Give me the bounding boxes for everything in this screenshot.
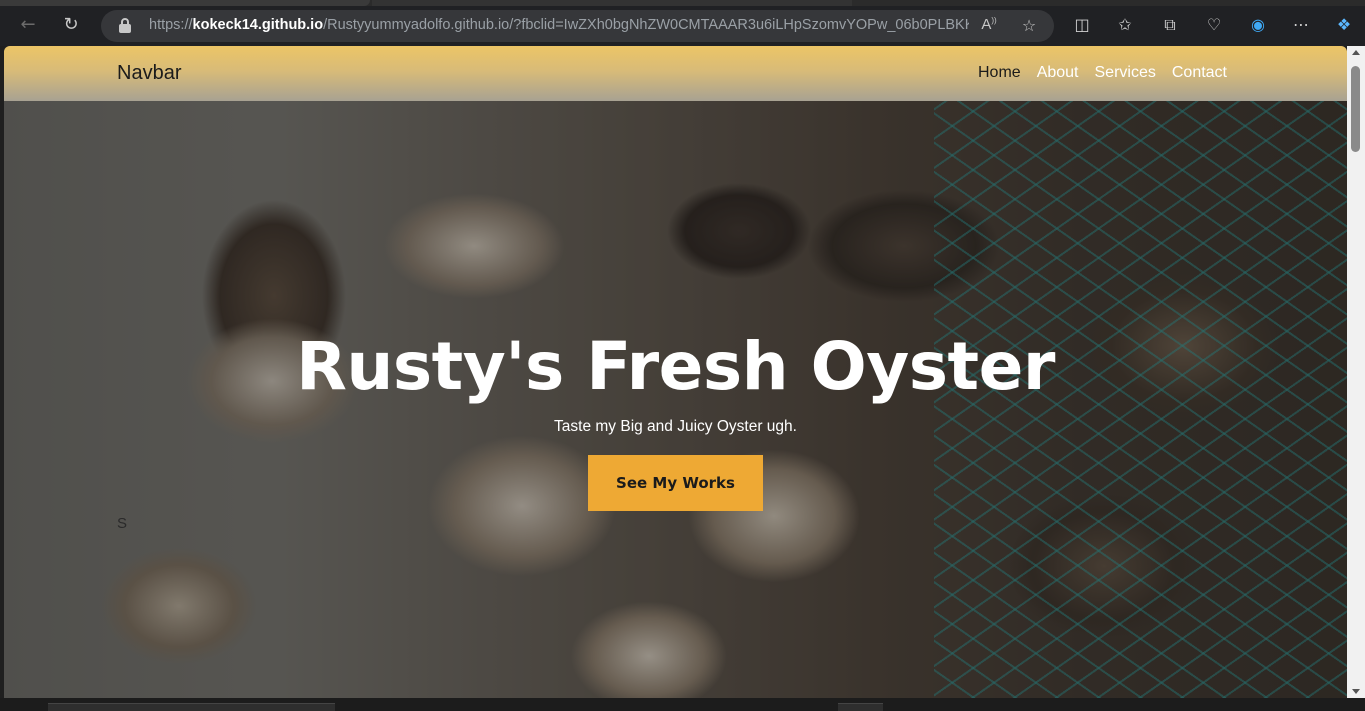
see-my-works-button[interactable]: See My Works	[588, 455, 763, 511]
page-viewport: Navbar Home About Services Contact Rusty…	[4, 46, 1347, 698]
taskbar	[0, 698, 1365, 711]
taskbar-item[interactable]	[48, 703, 335, 711]
nav-link-services[interactable]: Services	[1095, 64, 1156, 82]
scroll-up-arrow-icon[interactable]	[1352, 50, 1360, 55]
navbar: Navbar Home About Services Contact	[4, 46, 1347, 101]
nav-links: Home About Services Contact	[978, 64, 1227, 82]
taskbar-item[interactable]	[838, 703, 883, 711]
reload-icon[interactable]: ↻	[58, 12, 84, 38]
copilot-icon[interactable]: ❖	[1333, 14, 1355, 36]
scroll-thumb[interactable]	[1351, 66, 1360, 152]
read-aloud-icon[interactable]: A))	[979, 16, 999, 33]
tab-active[interactable]	[0, 0, 370, 6]
nav-link-about[interactable]: About	[1037, 64, 1079, 82]
address-bar[interactable]: https://kokeck14.github.io/Rustyyummyado…	[101, 10, 1054, 42]
navbar-brand[interactable]: Navbar	[117, 62, 181, 85]
hero-title: Rusty's Fresh Oyster	[296, 328, 1055, 405]
edge-icon[interactable]: ◉	[1247, 14, 1269, 36]
nav-link-home[interactable]: Home	[978, 64, 1021, 82]
hero-subtitle: Taste my Big and Juicy Oyster ugh.	[554, 418, 797, 435]
favorite-star-icon[interactable]: ☆	[1019, 16, 1039, 35]
stray-text: S	[117, 515, 128, 532]
collections-icon[interactable]: ⧉	[1159, 14, 1181, 36]
url-path: /Rustyyummyadolfo.github.io/?fbclid=IwZX…	[323, 17, 969, 33]
lock-icon[interactable]	[119, 18, 131, 33]
favorites-icon[interactable]: ✩	[1114, 14, 1136, 36]
browser-toolbar: ← ↻ https://kokeck14.github.io/Rustyyumm…	[0, 0, 1365, 46]
tab-strip	[0, 0, 1365, 6]
scroll-down-arrow-icon[interactable]	[1352, 689, 1360, 694]
url-text[interactable]: https://kokeck14.github.io/Rustyyummyado…	[149, 17, 969, 33]
url-prefix: https://	[149, 17, 193, 33]
page-scrollbar[interactable]	[1347, 46, 1365, 698]
nav-link-contact[interactable]: Contact	[1172, 64, 1227, 82]
url-host: kokeck14.github.io	[192, 17, 324, 33]
tab-inactive[interactable]	[372, 0, 852, 6]
back-icon[interactable]: ←	[15, 12, 41, 38]
split-screen-icon[interactable]: ◫	[1071, 14, 1093, 36]
browser-essentials-icon[interactable]: ♡	[1203, 14, 1225, 36]
more-icon[interactable]: ⋯	[1290, 14, 1312, 36]
